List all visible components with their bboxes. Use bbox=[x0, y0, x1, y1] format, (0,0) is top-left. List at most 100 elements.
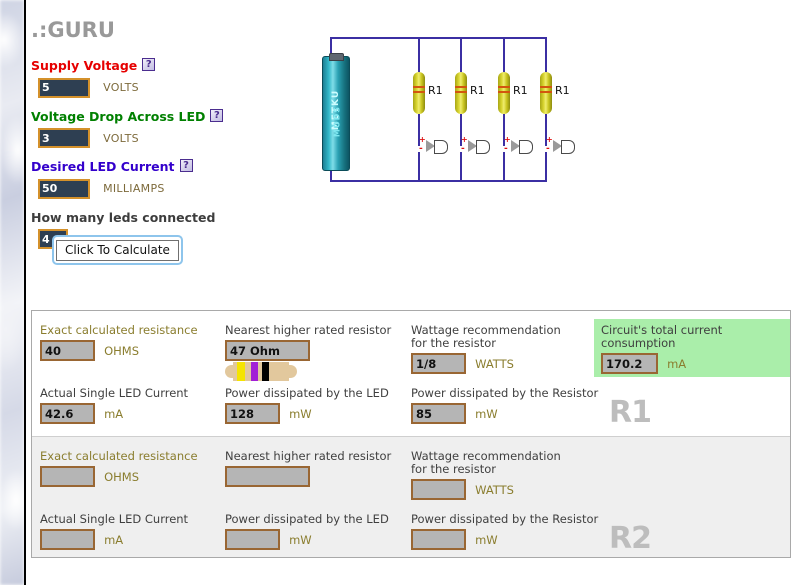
wire-bottom-rail bbox=[330, 180, 546, 182]
led-current-value[interactable] bbox=[40, 403, 95, 424]
resistor-power-unit: mW bbox=[475, 406, 498, 421]
exact-resistance-value[interactable] bbox=[40, 340, 95, 361]
wire-branch-3-bottom bbox=[503, 152, 505, 182]
background-photo-strip bbox=[0, 0, 24, 585]
voltage-drop-label: Voltage Drop Across LED bbox=[31, 108, 206, 124]
led-dome bbox=[476, 140, 490, 154]
exact-resistance-unit: OHMS bbox=[104, 343, 140, 358]
led-power-value[interactable] bbox=[225, 403, 280, 424]
field-row-led-current: Desired LED Current? bbox=[31, 156, 291, 175]
led-current-value[interactable] bbox=[40, 529, 95, 550]
resistor-symbol-3 bbox=[498, 72, 510, 114]
wattage-value[interactable] bbox=[411, 479, 466, 500]
battery-brand-line2: MODS bbox=[332, 105, 342, 138]
total-current-value[interactable] bbox=[601, 353, 658, 374]
resistor-band-3 bbox=[262, 362, 269, 381]
help-icon-led-current[interactable]: ? bbox=[179, 159, 193, 172]
resistor-band bbox=[455, 91, 467, 93]
led-power-unit: mW bbox=[289, 532, 312, 547]
total-current-label: Circuit's total current consumption bbox=[601, 323, 723, 350]
help-icon-supply-voltage[interactable]: ? bbox=[142, 58, 156, 71]
exact-resistance-label: Exact calculated resistance bbox=[40, 449, 198, 463]
led-power-cell-r2: Power dissipated by the LED mW bbox=[225, 513, 389, 550]
wire-branch-3-top bbox=[503, 37, 505, 74]
desired-led-current-label: Desired LED Current bbox=[31, 159, 175, 174]
led-power-cell-r1: Power dissipated by the LED mW bbox=[225, 387, 389, 424]
led-power-unit: mW bbox=[289, 406, 312, 421]
voltage-drop-input-row: VOLTS bbox=[38, 128, 291, 148]
exact-resistance-cell-r2: Exact calculated resistance OHMS bbox=[40, 450, 198, 487]
voltage-drop-input[interactable] bbox=[38, 128, 90, 148]
led-power-value[interactable] bbox=[225, 529, 280, 550]
led-dome bbox=[561, 140, 575, 154]
led-power-label: Power dissipated by the LED bbox=[225, 386, 389, 400]
field-row-voltage-drop: Voltage Drop Across LED? bbox=[31, 106, 291, 125]
wire-branch-1-top bbox=[418, 37, 420, 74]
wattage-unit: WATTS bbox=[475, 482, 514, 497]
nearest-resistor-value[interactable] bbox=[225, 466, 310, 487]
resistor-label-1: R1 bbox=[428, 84, 443, 97]
results-panel: Exact calculated resistance OHMS Nearest… bbox=[31, 310, 791, 558]
led-cathode-minus: - bbox=[504, 144, 508, 154]
led-cathode-minus: - bbox=[419, 144, 423, 154]
supply-voltage-input-row: VOLTS bbox=[38, 77, 291, 98]
led-symbol-1: + - bbox=[419, 135, 448, 154]
resistor-band bbox=[540, 91, 552, 93]
nearest-resistor-value[interactable] bbox=[225, 340, 310, 361]
desired-led-current-input[interactable] bbox=[38, 178, 90, 199]
led-calculator-form: Supply Voltage? VOLTS Voltage Drop Acros… bbox=[31, 55, 291, 257]
help-icon-voltage-drop[interactable]: ? bbox=[210, 108, 224, 122]
wattage-value[interactable] bbox=[411, 353, 466, 374]
result-row-r2: Exact calculated resistance OHMS Nearest… bbox=[32, 436, 790, 557]
resistor-power-cell-r1: Power dissipated by the Resistor mW bbox=[411, 387, 598, 424]
led-symbol-4: + - bbox=[546, 135, 575, 154]
led-anode-plus: + bbox=[419, 135, 426, 144]
exact-resistance-value[interactable] bbox=[40, 466, 95, 487]
resistor-power-value[interactable] bbox=[411, 529, 466, 550]
nearest-resistor-cell-r1: Nearest higher rated resistor bbox=[225, 323, 392, 381]
led-dome bbox=[434, 140, 448, 154]
nearest-resistor-label: Nearest higher rated resistor bbox=[225, 323, 392, 337]
wire-top-rail bbox=[330, 37, 546, 39]
total-current-unit: mA bbox=[667, 356, 687, 371]
led-current-cell-r2: Actual Single LED Current mA bbox=[40, 513, 188, 550]
led-current-unit: mA bbox=[104, 532, 124, 547]
wattage-unit: WATTS bbox=[475, 356, 514, 371]
led-anode-plus: + bbox=[546, 135, 553, 144]
wattage-cell-r2: Wattage recommendation for the resistor … bbox=[411, 450, 576, 500]
exact-resistance-cell-r1: Exact calculated resistance OHMS bbox=[40, 324, 198, 361]
calculate-button[interactable]: Click To Calculate bbox=[56, 240, 179, 261]
resistor-band bbox=[413, 86, 425, 88]
led-cathode-minus: - bbox=[546, 144, 550, 154]
led-current-label: Actual Single LED Current bbox=[40, 386, 189, 400]
resistor-group-label-r1: R1 bbox=[609, 395, 652, 430]
led-current-label: Actual Single LED Current bbox=[40, 512, 189, 526]
resistor-label-3: R1 bbox=[513, 84, 528, 97]
calculate-button-wrapper: Click To Calculate bbox=[52, 235, 183, 265]
field-row-supply-voltage: Supply Voltage? bbox=[31, 55, 291, 74]
resistor-label-4: R1 bbox=[555, 84, 570, 97]
circuit-diagram: METKU MODS R1 R1 R1 R1 + - + - + - + - bbox=[300, 32, 575, 192]
resistor-symbol-2 bbox=[455, 72, 467, 114]
resistor-band-1 bbox=[237, 362, 245, 381]
led-anode-plus: + bbox=[504, 135, 511, 144]
resistor-power-value[interactable] bbox=[411, 403, 466, 424]
voltage-drop-unit: VOLTS bbox=[103, 131, 139, 145]
field-row-led-count: How many leds connected bbox=[31, 207, 291, 226]
resistor-label-2: R1 bbox=[470, 84, 485, 97]
nearest-resistor-cell-r2: Nearest higher rated resistor bbox=[225, 450, 391, 487]
wattage-label: Wattage recommendation for the resistor bbox=[411, 449, 561, 476]
exact-resistance-unit: OHMS bbox=[104, 469, 140, 484]
resistor-power-unit: mW bbox=[475, 532, 498, 547]
supply-voltage-input[interactable] bbox=[38, 77, 90, 98]
led-current-cell-r1: Actual Single LED Current mA bbox=[40, 387, 188, 424]
led-anode-plus: + bbox=[461, 135, 468, 144]
wattage-cell-r1: Wattage recommendation for the resistor … bbox=[411, 324, 576, 374]
resistor-power-cell-r2: Power dissipated by the Resistor mW bbox=[411, 513, 598, 550]
wire-branch-1-bottom bbox=[418, 152, 420, 182]
wattage-label: Wattage recommendation for the resistor bbox=[411, 323, 561, 350]
page-content: .:GURU Supply Voltage? VOLTS Voltage Dro… bbox=[26, 0, 803, 585]
total-current-cell-r1: Circuit's total current consumption mA bbox=[601, 324, 791, 374]
wire-branch-2-top bbox=[460, 37, 462, 74]
led-count-label: How many leds connected bbox=[31, 209, 216, 225]
